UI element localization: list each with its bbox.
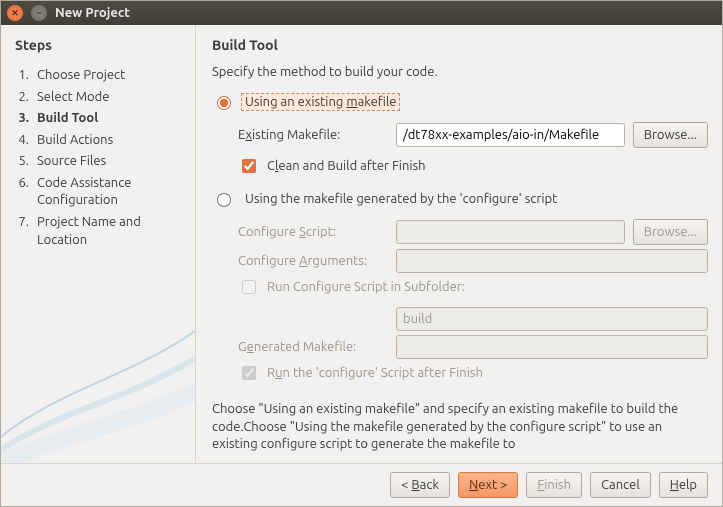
step-item: 3.Build Tool — [15, 108, 183, 130]
radio-existing-makefile-label[interactable]: Using an existing makefile — [242, 94, 399, 110]
run-configure-after-checkbox — [242, 366, 256, 380]
radio-configure-script-label[interactable]: Using the makefile generated by the 'con… — [242, 191, 560, 207]
generated-makefile-label: Generated Makefile: — [238, 340, 388, 354]
step-item: 5.Source Files — [15, 151, 183, 173]
step-item: 4.Build Actions — [15, 130, 183, 152]
configure-script-input — [396, 220, 625, 244]
subfolder-label: Run Configure Script in Subfolder: — [267, 280, 465, 294]
cancel-button[interactable]: Cancel — [590, 472, 651, 498]
existing-makefile-label: Existing Makefile: — [238, 128, 388, 142]
browse-script-button: Browse... — [633, 219, 708, 245]
description-text: Choose "Using an existing makefile" and … — [212, 401, 708, 453]
subfolder-input — [396, 307, 708, 331]
back-button[interactable]: < Back — [390, 472, 450, 498]
configure-args-input — [396, 249, 708, 273]
clean-build-label: Clean and Build after Finish — [267, 159, 426, 173]
titlebar: ✕ – New Project — [1, 1, 722, 25]
close-icon[interactable]: ✕ — [7, 5, 23, 21]
lead-text: Specify the method to build your code. — [212, 65, 708, 79]
finish-button: Finish — [526, 472, 582, 498]
next-button[interactable]: Next > — [458, 472, 518, 498]
steps-heading: Steps — [15, 37, 183, 53]
configure-script-label: Configure Script: — [238, 225, 388, 239]
minimize-icon[interactable]: – — [31, 5, 47, 21]
subfolder-checkbox — [242, 280, 256, 294]
run-configure-after-label: Run the 'configure' Script after Finish — [267, 366, 483, 380]
main-panel: Build Tool Specify the method to build y… — [196, 25, 722, 463]
help-button[interactable]: Help — [659, 472, 708, 498]
existing-makefile-input[interactable] — [396, 123, 625, 147]
wizard-footer: < Back Next > Finish Cancel Help — [1, 463, 722, 506]
decorative-swoosh — [1, 263, 196, 463]
configure-args-label: Configure Arguments: — [238, 254, 388, 268]
page-title: Build Tool — [212, 37, 708, 53]
wizard-window: ✕ – New Project Steps 1.Choose Project2.… — [0, 0, 723, 507]
window-title: New Project — [55, 6, 130, 20]
browse-makefile-button[interactable]: Browse... — [633, 122, 708, 148]
clean-build-checkbox[interactable] — [242, 159, 256, 173]
radio-existing-makefile[interactable] — [217, 96, 231, 110]
step-item: 1.Choose Project — [15, 65, 183, 87]
step-item: 2.Select Mode — [15, 87, 183, 109]
step-item: 6.Code Assistance Configuration — [15, 173, 183, 212]
radio-configure-script[interactable] — [217, 193, 231, 207]
generated-makefile-input — [396, 335, 708, 359]
step-item: 7.Project Name and Location — [15, 212, 183, 251]
steps-sidebar: Steps 1.Choose Project2.Select Mode3.Bui… — [1, 25, 196, 463]
